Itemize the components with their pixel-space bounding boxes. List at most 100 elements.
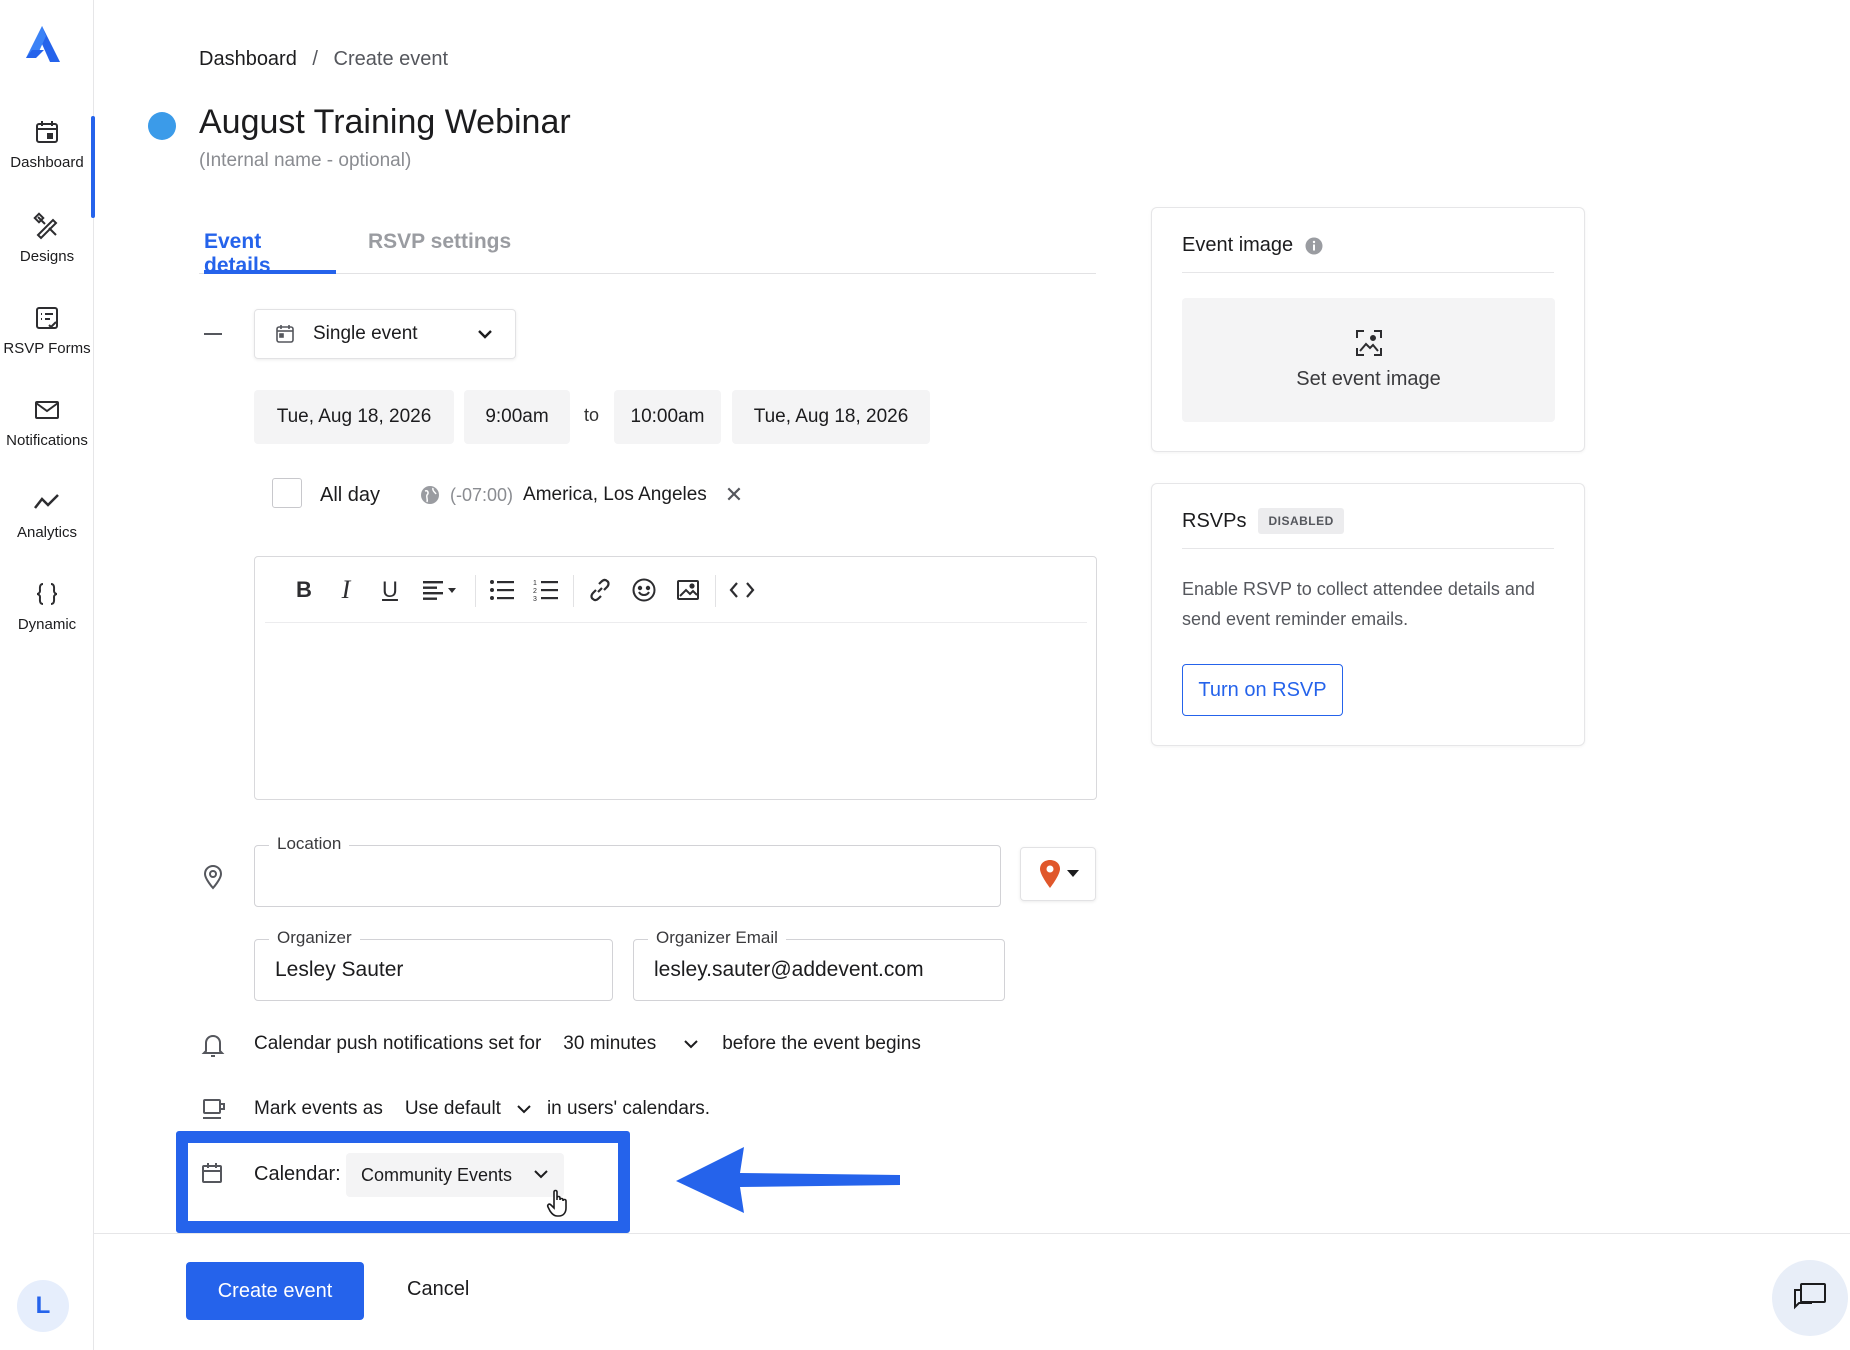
toolbar-separator: [715, 575, 716, 607]
card-divider: [1182, 548, 1554, 549]
image-placeholder-icon: [1355, 330, 1382, 356]
chat-support-button[interactable]: [1772, 1260, 1848, 1336]
designs-icon: [33, 212, 58, 240]
cancel-button[interactable]: Cancel: [407, 1278, 469, 1301]
breadcrumb-dashboard-link[interactable]: Dashboard: [199, 48, 297, 70]
link-icon[interactable]: [585, 575, 615, 605]
mark-events-select[interactable]: Use default: [405, 1098, 533, 1120]
emoji-icon[interactable]: [629, 575, 659, 605]
rsvps-title-text: RSVPs: [1182, 509, 1247, 532]
breadcrumb: Dashboard / Create event: [199, 48, 448, 71]
sidebar-item-analytics[interactable]: Analytics: [0, 488, 94, 578]
location-field[interactable]: Location: [254, 834, 1001, 907]
sidebar-item-label: Dynamic: [17, 616, 77, 633]
toolbar-separator: [475, 575, 476, 607]
clear-timezone-icon[interactable]: ✕: [725, 484, 743, 506]
all-day-checkbox[interactable]: [272, 478, 302, 508]
turn-on-rsvp-button[interactable]: Turn on RSVP: [1182, 664, 1343, 716]
app-logo[interactable]: [22, 22, 66, 66]
globe-icon: [421, 486, 439, 504]
sidebar-item-label: RSVP Forms: [3, 340, 91, 357]
sidebar-item-dashboard[interactable]: Dashboard: [0, 116, 95, 218]
event-image-card: Event image Set event image: [1151, 207, 1585, 452]
calendar-icon: [36, 121, 58, 143]
organizer-field[interactable]: Organizer Lesley Sauter: [254, 928, 613, 1001]
rsvps-title: RSVPs DISABLED: [1182, 508, 1344, 534]
mark-events-row: Mark events as Use default in users' cal…: [254, 1098, 710, 1120]
push-notification-prefix: Calendar push notifications set for: [254, 1033, 542, 1054]
organizer-email-field[interactable]: Organizer Email lesley.sauter@addevent.c…: [633, 928, 1005, 1001]
info-icon[interactable]: [1305, 237, 1323, 255]
set-event-image-label: Set event image: [1296, 368, 1441, 390]
location-pin-icon: [203, 864, 223, 890]
editor-toolbar: B I U 123: [265, 557, 1087, 623]
tab-rsvp-settings[interactable]: RSVP settings: [368, 230, 511, 274]
sidebar-item-notifications[interactable]: Notifications: [0, 396, 94, 486]
all-day-label: All day: [320, 484, 381, 506]
tab-event-details[interactable]: Event details: [204, 230, 336, 277]
analytics-icon: [34, 494, 59, 509]
event-color-dot[interactable]: [148, 112, 176, 140]
tabs: Event details RSVP settings: [199, 226, 1096, 277]
sidebar-item-label: Designs: [19, 248, 75, 265]
map-pin-icon: [1040, 860, 1060, 888]
create-event-button[interactable]: Create event: [186, 1262, 364, 1320]
underline-icon[interactable]: U: [375, 575, 405, 605]
start-time-field[interactable]: 9:00am: [464, 390, 570, 444]
timezone-name: America, Los Angeles: [523, 484, 707, 505]
svg-text:2: 2: [533, 588, 537, 595]
italic-icon[interactable]: I: [331, 575, 361, 605]
rsvp-forms-icon: [36, 307, 58, 329]
rsvps-card: RSVPs DISABLED Enable RSVP to collect at…: [1151, 483, 1585, 746]
push-notification-suffix: before the event begins: [722, 1033, 921, 1054]
bullet-list-icon[interactable]: [487, 575, 517, 605]
envelope-icon: [35, 401, 59, 419]
mark-events-prefix: Mark events as: [254, 1098, 383, 1119]
chevron-down-icon: [684, 1040, 698, 1049]
location-legend: Location: [269, 834, 350, 854]
end-time-field[interactable]: 10:00am: [614, 390, 721, 444]
mark-events-suffix: in users' calendars.: [546, 1098, 711, 1119]
chevron-down-icon: [478, 330, 492, 339]
breadcrumb-current: Create event: [333, 48, 449, 70]
sidebar-item-dynamic[interactable]: Dynamic: [0, 580, 94, 670]
event-title[interactable]: August Training Webinar: [199, 103, 571, 142]
organizer-input[interactable]: Lesley Sauter: [275, 958, 403, 982]
sidebar-item-label: Dashboard: [10, 154, 84, 171]
sidebar-item-rsvp-forms[interactable]: RSVP Forms: [0, 304, 94, 394]
end-date-field[interactable]: Tue, Aug 18, 2026: [732, 390, 930, 444]
sidebar: Dashboard Designs RSVP Forms Notificatio…: [0, 0, 95, 1350]
event-type-select[interactable]: Single event: [254, 309, 516, 359]
code-icon[interactable]: [727, 575, 757, 605]
start-date-field[interactable]: Tue, Aug 18, 2026: [254, 390, 454, 444]
push-notification-select[interactable]: 30 minutes: [563, 1033, 700, 1055]
user-avatar[interactable]: L: [17, 1280, 69, 1332]
event-image-title: Event image: [1182, 234, 1323, 257]
collapse-button[interactable]: [204, 333, 222, 335]
timezone-offset: (-07:00): [450, 484, 514, 505]
busy-status-icon: [203, 1099, 225, 1119]
organizer-legend: Organizer: [269, 928, 360, 948]
calendar-highlight-box: [176, 1131, 630, 1233]
timezone[interactable]: (-07:00) America, Los Angeles ✕: [420, 484, 743, 506]
pointer-arrow-icon: [676, 1147, 900, 1213]
bell-icon: [201, 1034, 225, 1057]
caret-down-icon: [1067, 870, 1079, 877]
numbered-list-icon[interactable]: 123: [531, 575, 561, 605]
card-divider: [1182, 272, 1554, 273]
bold-icon[interactable]: B: [289, 575, 319, 605]
rsvps-description: Enable RSVP to collect attendee details …: [1182, 579, 1535, 629]
set-event-image-dropzone[interactable]: Set event image: [1182, 298, 1555, 422]
event-type-label: Single event: [313, 323, 418, 344]
braces-icon: [36, 583, 58, 605]
description-editor[interactable]: B I U 123: [254, 556, 1097, 800]
mark-events-value: Use default: [404, 1098, 501, 1119]
image-icon[interactable]: [673, 575, 703, 605]
align-icon[interactable]: [419, 575, 463, 605]
sidebar-item-designs[interactable]: Designs: [0, 212, 94, 302]
map-provider-button[interactable]: [1020, 847, 1096, 901]
to-label: to: [584, 405, 600, 425]
organizer-email-input[interactable]: lesley.sauter@addevent.com: [654, 958, 924, 982]
internal-name-field[interactable]: (Internal name - optional): [199, 150, 411, 172]
chevron-down-icon: [517, 1105, 531, 1114]
